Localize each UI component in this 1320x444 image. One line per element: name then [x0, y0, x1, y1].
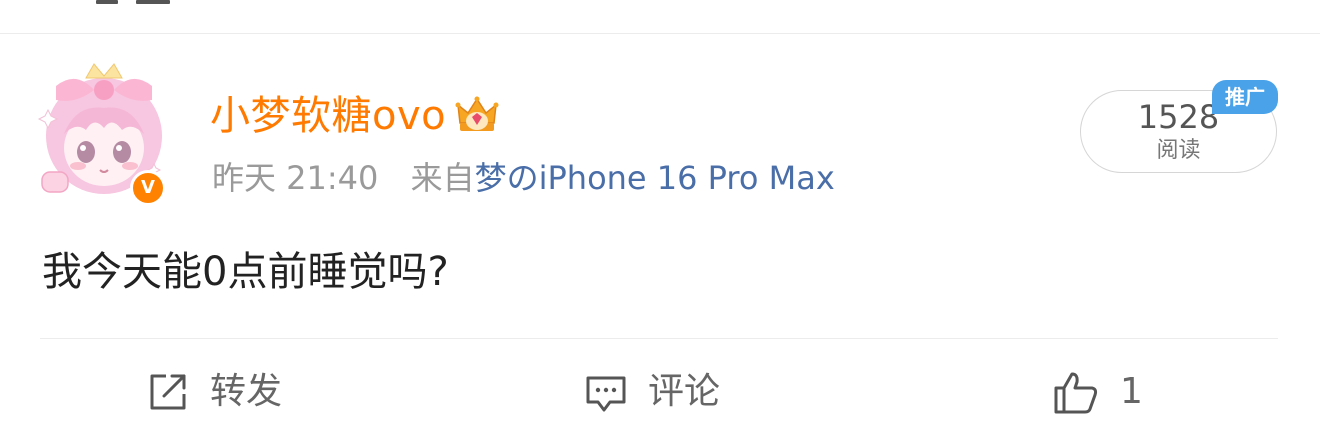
author-row: 小梦软糖ovo: [210, 90, 500, 142]
repost-icon: [150, 374, 186, 410]
post-meta: 昨天 21:40 来自梦のiPhone 16 Pro Max: [212, 156, 835, 200]
promo-tag: 推广: [1212, 80, 1278, 114]
comment-label: 评论: [648, 371, 721, 412]
action-divider: [40, 338, 1278, 339]
crown-icon[interactable]: [454, 93, 500, 139]
username[interactable]: 小梦软糖ovo: [210, 90, 446, 142]
repost-label: 转发: [210, 371, 283, 412]
post-time: 昨天 21:40: [212, 159, 379, 197]
repost-button[interactable]: 转发: [146, 364, 282, 420]
read-label: 阅读: [1156, 138, 1201, 163]
source-device-link[interactable]: 梦のiPhone 16 Pro Max: [475, 159, 835, 197]
thumbs-up-icon: [1054, 372, 1098, 414]
comment-button[interactable]: 评论: [584, 364, 720, 420]
top-divider: [0, 33, 1320, 34]
weibo-post-card: V 小梦软糖ovo 昨天 21:40 来自梦のiPhone 16 Pro Max…: [0, 0, 1320, 444]
post-content[interactable]: 我今天能0点前睡觉吗?: [42, 244, 449, 300]
comment-icon: [586, 376, 626, 412]
like-count: 1: [1120, 371, 1143, 412]
verified-badge: V: [130, 170, 166, 206]
source-prefix: 来自: [410, 159, 475, 197]
previous-post-fragment: [96, 0, 186, 4]
like-button[interactable]: 1: [1052, 364, 1143, 420]
